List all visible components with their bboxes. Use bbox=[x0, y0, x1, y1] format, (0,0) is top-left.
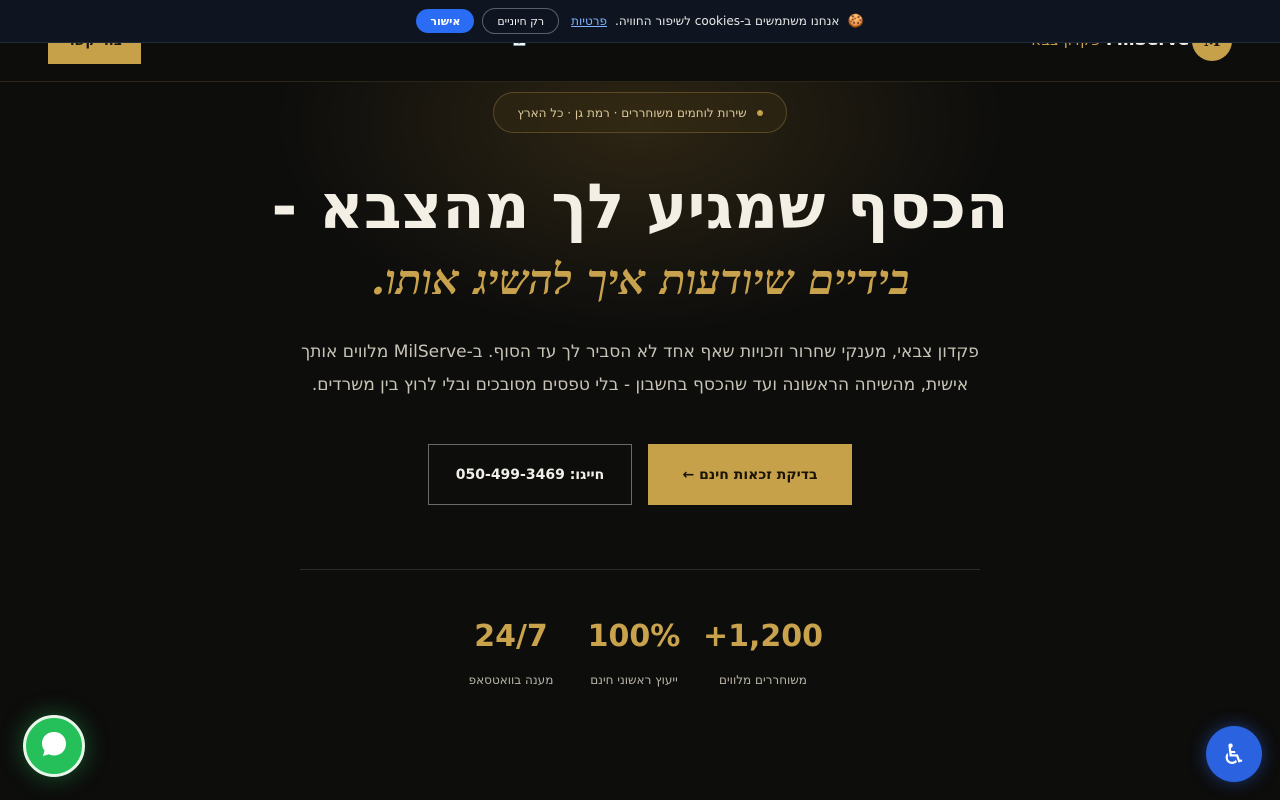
hero-title: הכסף שמגיע לך מהצבא - bbox=[271, 170, 1009, 243]
hero-description: פקדון צבאי, מענקי שחרור וזכויות שאף אחד … bbox=[301, 342, 979, 395]
stat-label: מענה בוואטסאפ bbox=[468, 673, 554, 687]
service-pill: שירות לוחמים משוחררים · רמת גן · כל הארץ bbox=[493, 92, 787, 133]
cookie-icon: 🍪 bbox=[847, 13, 864, 29]
section-divider bbox=[300, 569, 980, 570]
stat-label: משוחררים מלווים bbox=[719, 673, 807, 687]
eligibility-check-button[interactable]: בדיקת זכאות חינם ← bbox=[648, 444, 852, 505]
stat-value: 100% bbox=[587, 619, 681, 654]
essential-only-button[interactable]: רק חיוניים bbox=[482, 8, 560, 34]
pill-text: שירות לוחמים משוחררים · רמת גן · כל הארץ bbox=[517, 105, 747, 120]
cookie-banner: 🍪 אנחנו משתמשים ב-cookies לשיפור החוויה.… bbox=[0, 0, 1280, 43]
hero-subtitle: בידיים שיודעות איך להשיג אותו. bbox=[370, 255, 910, 304]
accessibility-icon: ♿ bbox=[1221, 737, 1247, 771]
whatsapp-button[interactable] bbox=[23, 715, 85, 777]
stat-value: +1,200 bbox=[702, 619, 824, 654]
stat-label: ייעוץ ראשוני חינם bbox=[590, 673, 678, 687]
privacy-link[interactable]: פרטיות bbox=[571, 14, 607, 28]
chat-bubble-icon bbox=[39, 729, 69, 763]
cookie-approve-button[interactable]: אישור bbox=[416, 9, 475, 33]
call-phone-button[interactable]: חייגו: 050-499-3469 bbox=[428, 444, 632, 505]
stat-item: 100% ייעוץ ראשוני חינם bbox=[569, 618, 699, 687]
stat-item: 24/7 מענה בוואטסאפ bbox=[446, 618, 576, 687]
pill-dot-icon bbox=[756, 109, 763, 116]
cookie-text: אנחנו משתמשים ב-cookies לשיפור החוויה. bbox=[615, 14, 840, 28]
stat-item: +1,200 משוחררים מלווים bbox=[698, 618, 828, 687]
stat-value: 24/7 bbox=[474, 619, 548, 654]
accessibility-button[interactable]: ♿ bbox=[1206, 726, 1262, 782]
